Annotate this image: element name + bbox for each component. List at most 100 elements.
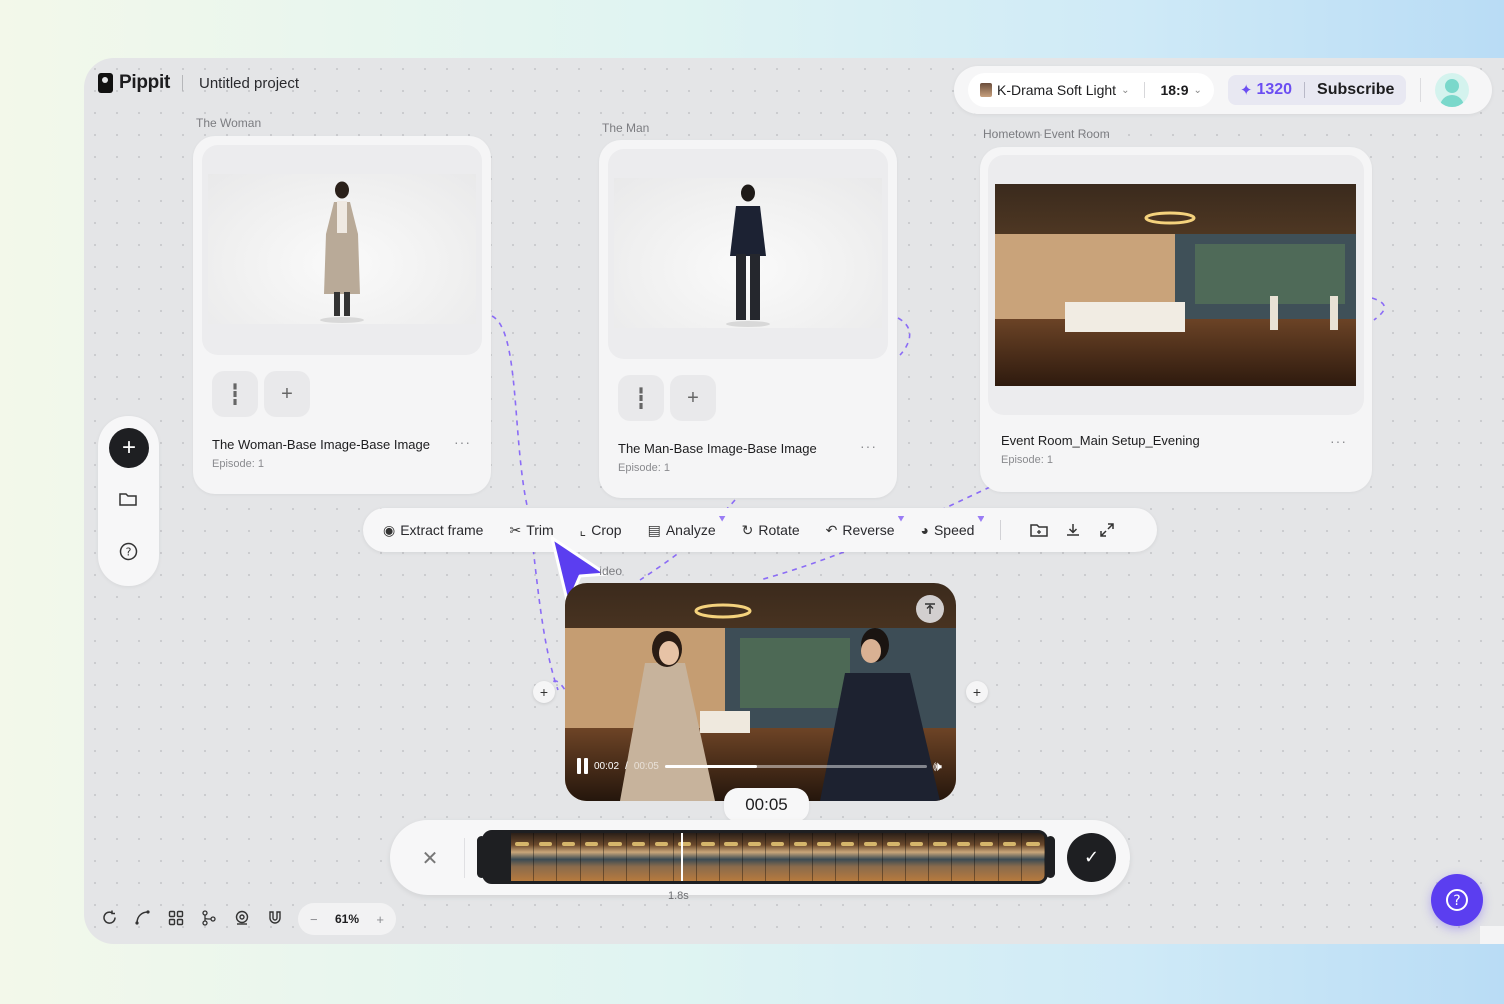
branch-icon[interactable] (199, 908, 218, 927)
video-progress-bar[interactable] (664, 764, 928, 768)
trim-playhead[interactable] (681, 833, 683, 881)
location-icon[interactable] (232, 908, 251, 927)
extract-frame-button[interactable]: ◉ Extract frame (383, 522, 483, 539)
total-time: 00:05 (633, 760, 659, 772)
sparkle-icon: ✦ (1239, 82, 1253, 99)
magnet-icon[interactable] (265, 908, 284, 927)
node-card-room[interactable]: Event Room_Main Setup_Evening Episode: 1… (980, 147, 1372, 492)
help-button[interactable]: ? (1431, 874, 1483, 926)
question-icon: ? (1446, 889, 1468, 911)
subscribe-button[interactable]: Subscribe (1317, 81, 1394, 99)
speed-icon: ◕ (920, 522, 929, 538)
event-room-image[interactable] (995, 184, 1356, 386)
reverse-button[interactable]: ↶ Reverse (825, 515, 905, 539)
add-media-button[interactable]: + (264, 371, 310, 417)
add-input-button[interactable]: + (533, 681, 555, 703)
tool-label: Rotate (758, 522, 800, 538)
rotate-button[interactable]: ↻ Rotate (742, 522, 800, 539)
add-node-button[interactable]: + (109, 428, 149, 468)
volume-icon[interactable]: 🕪 (933, 758, 942, 775)
fullscreen-icon[interactable] (1097, 520, 1117, 540)
tool-label: Reverse (842, 522, 895, 538)
svg-text:?: ? (1453, 893, 1460, 909)
project-title[interactable]: Untitled project (199, 75, 299, 92)
edge-tab[interactable] (1480, 926, 1504, 944)
grid-layout-icon[interactable] (166, 908, 185, 927)
credits-subscribe[interactable]: ✦ 1320 Subscribe (1227, 75, 1407, 105)
add-output-button[interactable]: + (966, 681, 988, 703)
node-card-woman[interactable]: ┇ + The Woman-Base Image-Base Image Epis… (193, 136, 491, 494)
speed-button[interactable]: ◕ Speed (920, 516, 985, 538)
node-episode: Episode: 1 (618, 462, 670, 474)
chevron-down-icon[interactable]: ⌄ (1121, 85, 1129, 96)
trim-bar: ✕ ✓ (390, 820, 1130, 895)
node-title: The Woman-Base Image-Base Image (212, 437, 430, 452)
tool-label: Extract frame (400, 522, 484, 538)
header-divider (181, 75, 183, 91)
node-title: The Man-Base Image-Base Image (618, 441, 817, 456)
trim-handle-left[interactable] (477, 836, 486, 878)
credit-count: 1320 (1256, 81, 1293, 98)
confirm-trim-button[interactable]: ✓ (1067, 833, 1116, 882)
style-name[interactable]: K-Drama Soft Light (997, 82, 1116, 98)
event-room-scene (995, 184, 1356, 386)
top-bar: K-Drama Soft Light ⌄ 18:9 ⌄ ✦ 1320 Subsc… (954, 66, 1492, 114)
svg-text:?: ? (125, 545, 131, 558)
rotate-icon: ↻ (741, 521, 754, 538)
upload-icon[interactable] (916, 595, 944, 623)
close-icon[interactable]: ✕ (416, 844, 444, 872)
chevron-down-icon[interactable]: ⌄ (1193, 85, 1201, 96)
trim-duration-bubble: 00:05 (724, 788, 809, 822)
woman-figure (320, 181, 364, 323)
bottom-toolbar (100, 908, 284, 927)
node-card-man[interactable]: ┇ + The Man-Base Image-Base Image Episod… (599, 140, 897, 498)
video-player[interactable]: 00:02 / 00:05 🕪 (565, 583, 956, 801)
woman-image[interactable] (208, 174, 476, 324)
time-separator: / (625, 760, 628, 772)
filmstrip[interactable] (482, 830, 1048, 884)
video-controls: 00:02 / 00:05 🕪 (577, 757, 942, 775)
audio-wave-icon[interactable]: ┇ (212, 371, 258, 417)
analyze-button[interactable]: ▤ Analyze (647, 515, 726, 539)
topbar-divider (1420, 78, 1422, 102)
style-thumbnail-icon (980, 83, 992, 97)
more-options-icon[interactable]: ··· (454, 434, 471, 450)
help-icon[interactable]: ? (117, 540, 139, 562)
more-options-icon[interactable]: ··· (860, 438, 877, 454)
brand-name: Pippit (119, 72, 170, 93)
tool-label: Speed (933, 522, 975, 538)
curve-connector-icon[interactable] (133, 908, 152, 927)
zoom-level: 61% (334, 912, 360, 926)
app-header: Pippit Untitled project (98, 72, 299, 94)
node-label-room: Hometown Event Room (983, 127, 1110, 141)
audio-wave-icon[interactable]: ┇ (618, 375, 664, 421)
tool-label: Analyze (665, 522, 716, 538)
premium-gem-icon (897, 515, 905, 522)
video-progress-fill (664, 764, 757, 768)
more-options-icon[interactable]: ··· (1330, 433, 1347, 449)
trim-icon: ✂ (509, 521, 522, 538)
trim-handle-right[interactable] (1046, 836, 1055, 878)
zoom-in-button[interactable]: + (376, 912, 384, 927)
style-aspect-selector: K-Drama Soft Light ⌄ 18:9 ⌄ (968, 73, 1214, 107)
camera-icon: ◉ (383, 521, 396, 538)
man-image[interactable] (614, 178, 882, 328)
add-to-folder-icon[interactable] (1029, 520, 1049, 540)
analyze-icon: ▤ (647, 521, 661, 538)
add-media-button[interactable]: + (670, 375, 716, 421)
filmstrip-frames (511, 833, 1045, 881)
premium-gem-icon (718, 515, 726, 522)
pause-icon[interactable] (577, 758, 588, 774)
node-episode: Episode: 1 (1001, 454, 1053, 466)
user-avatar[interactable] (1435, 73, 1470, 107)
aspect-ratio[interactable]: 18:9 (1160, 82, 1188, 98)
node-label-woman: The Woman (196, 116, 262, 130)
zoom-out-button[interactable]: − (310, 912, 318, 927)
download-icon[interactable] (1063, 520, 1083, 540)
playhead-time-label: 1.8s (668, 890, 689, 902)
refresh-icon[interactable] (100, 908, 119, 927)
folder-icon[interactable] (117, 488, 139, 510)
credit-divider (1304, 82, 1306, 98)
reverse-icon: ↶ (825, 521, 838, 538)
node-title: Event Room_Main Setup_Evening (1001, 433, 1200, 448)
